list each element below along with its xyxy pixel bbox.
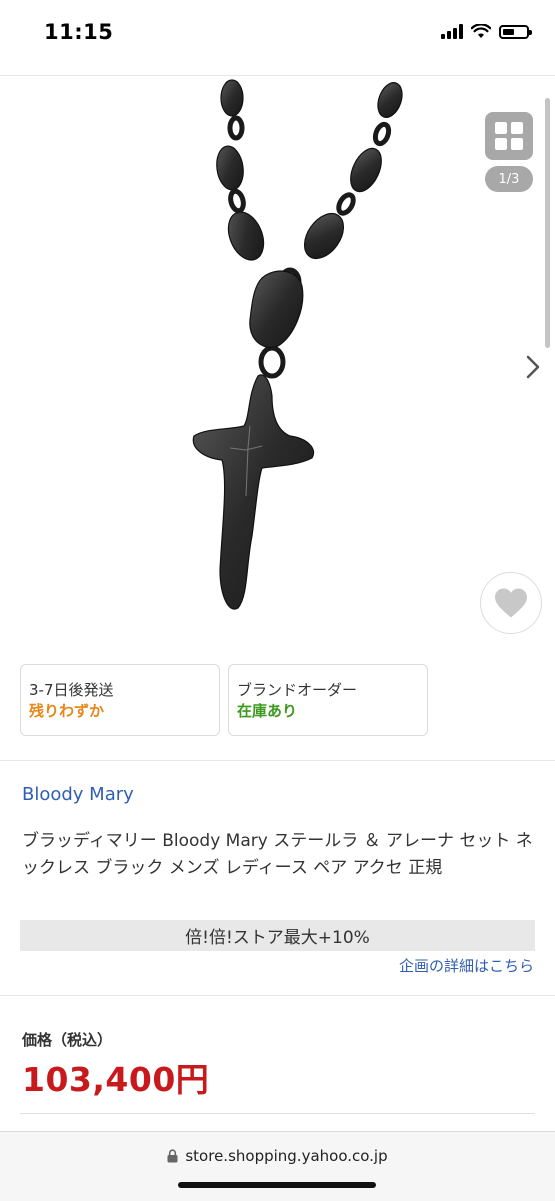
price-value: 103,400円 xyxy=(22,1060,210,1099)
url-display[interactable]: store.shopping.yahoo.co.jp xyxy=(0,1147,555,1165)
status-icons xyxy=(441,24,532,39)
favorite-button[interactable] xyxy=(480,572,542,634)
shipping-eta: 3-7日後発送 xyxy=(29,681,114,699)
section-divider xyxy=(0,995,555,996)
home-indicator[interactable] xyxy=(178,1182,376,1188)
gallery-scrollbar[interactable] xyxy=(545,98,550,348)
chevron-right-icon[interactable] xyxy=(518,352,548,382)
brand-order-box: ブランドオーダー 在庫あり xyxy=(228,664,428,736)
shipping-info-box: 3-7日後発送 残りわずか xyxy=(20,664,220,736)
status-bar: 11:15 xyxy=(0,0,555,66)
stock-status-in-stock: 在庫あり xyxy=(237,702,298,720)
heart-icon xyxy=(495,588,527,618)
section-divider xyxy=(0,760,555,761)
browser-url-bar[interactable]: store.shopping.yahoo.co.jp xyxy=(0,1131,555,1201)
product-image-gallery[interactable]: 1/3 xyxy=(0,76,555,656)
status-time: 11:15 xyxy=(44,20,114,44)
image-page-counter: 1/3 xyxy=(485,166,533,192)
wifi-icon xyxy=(471,24,491,38)
url-text: store.shopping.yahoo.co.jp xyxy=(185,1147,388,1165)
battery-icon xyxy=(499,24,532,39)
section-divider xyxy=(20,1113,535,1114)
brand-link[interactable]: Bloody Mary xyxy=(22,784,134,805)
promo-banner: 倍!倍!ストア最大+10% xyxy=(20,920,535,951)
promo-details-link[interactable]: 企画の詳細はこちら xyxy=(399,955,534,976)
price-label: 価格（税込） xyxy=(22,1031,113,1049)
cellular-signal-icon xyxy=(441,24,463,39)
stock-status-low: 残りわずか xyxy=(29,702,105,720)
product-title: ブラッディマリー Bloody Mary ステールラ ＆ アレーナ セット ネッ… xyxy=(22,831,533,878)
product-image-necklace[interactable] xyxy=(0,76,555,656)
grid-icon xyxy=(495,122,523,150)
brand-order-label: ブランドオーダー xyxy=(237,681,358,699)
lock-icon xyxy=(167,1149,178,1163)
thumbnail-grid-button[interactable] xyxy=(485,112,533,160)
